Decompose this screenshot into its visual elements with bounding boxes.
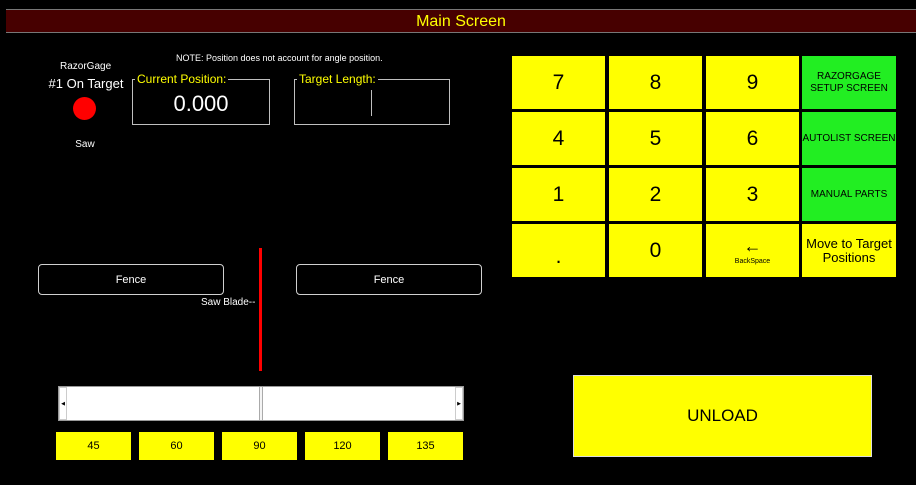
- key-8[interactable]: 8: [609, 56, 702, 109]
- key-9[interactable]: 9: [706, 56, 799, 109]
- angle-note: NOTE: Position does not account for angl…: [176, 53, 383, 63]
- backspace-label: BackSpace: [734, 258, 771, 265]
- right-fence: Fence: [296, 264, 482, 295]
- manual-parts-button[interactable]: MANUAL PARTS: [802, 168, 896, 221]
- current-position-box: Current Position: 0.000: [132, 73, 270, 125]
- key-decimal[interactable]: .: [512, 224, 605, 277]
- key-6[interactable]: 6: [706, 112, 799, 165]
- window-title: Main Screen: [6, 9, 916, 33]
- text-cursor: [371, 90, 372, 116]
- key-5[interactable]: 5: [609, 112, 702, 165]
- angle-45-button[interactable]: 45: [56, 432, 131, 460]
- current-position-value: 0.000: [173, 91, 229, 116]
- angle-135-button[interactable]: 135: [388, 432, 463, 460]
- key-4[interactable]: 4: [512, 112, 605, 165]
- saw-blade-label: Saw Blade--: [201, 297, 256, 308]
- angle-90-button[interactable]: 90: [222, 432, 297, 460]
- razorgage-setup-button[interactable]: RAZORGAGE SETUP SCREEN: [802, 56, 896, 109]
- unload-button[interactable]: UNLOAD: [573, 375, 872, 457]
- status-indicator-led: [73, 97, 96, 120]
- brand-label: RazorGage: [60, 61, 112, 72]
- slider-thumb[interactable]: [259, 387, 263, 420]
- target-length-label: Target Length:: [297, 72, 378, 86]
- angle-120-button[interactable]: 120: [305, 432, 380, 460]
- target-length-field[interactable]: Target Length:: [294, 73, 450, 125]
- key-1[interactable]: 1: [512, 168, 605, 221]
- backspace-arrow-icon: ←: [743, 236, 762, 256]
- current-position-label: Current Position:: [135, 72, 229, 86]
- key-7[interactable]: 7: [512, 56, 605, 109]
- key-2[interactable]: 2: [609, 168, 702, 221]
- move-to-target-button[interactable]: Move to Target Positions: [802, 224, 896, 277]
- autolist-button[interactable]: AUTOLIST SCREEN: [802, 112, 896, 165]
- angle-slider[interactable]: ◀ ▶: [58, 386, 464, 421]
- key-3[interactable]: 3: [706, 168, 799, 221]
- saw-blade: [259, 248, 262, 371]
- left-fence: Fence: [38, 264, 224, 295]
- target-status: #1 On Target: [48, 76, 124, 91]
- angle-60-button[interactable]: 60: [139, 432, 214, 460]
- tool-label: Saw: [75, 139, 95, 150]
- key-0[interactable]: 0: [609, 224, 702, 277]
- slider-left-arrow-icon[interactable]: ◀: [59, 387, 67, 420]
- slider-right-arrow-icon[interactable]: ▶: [455, 387, 463, 420]
- backspace-button[interactable]: ← BackSpace: [706, 224, 799, 277]
